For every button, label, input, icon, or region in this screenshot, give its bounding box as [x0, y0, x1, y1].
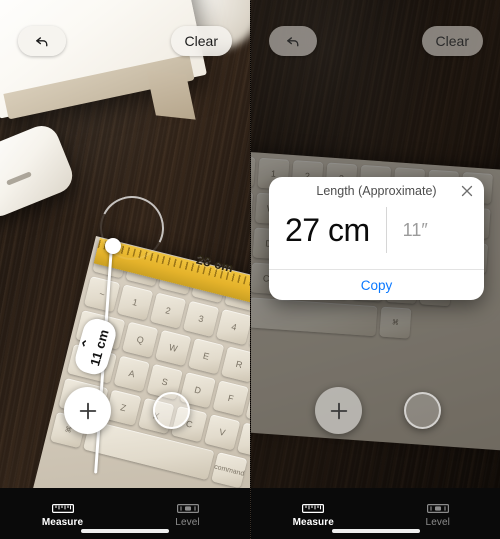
clear-button[interactable]: Clear	[170, 26, 232, 56]
clear-button[interactable]: Clear	[421, 26, 483, 56]
home-indicator	[81, 529, 169, 533]
length-dialog: Length (Approximate) 27 cm 11″ Copy	[269, 177, 484, 300]
measurement-endpoint-dot[interactable]	[105, 238, 121, 254]
top-controls-right: Clear	[251, 0, 500, 56]
key: ~	[83, 276, 121, 313]
key: Q	[122, 321, 159, 358]
tab-level-label: Level	[175, 516, 200, 528]
capture-controls-left	[0, 387, 250, 434]
dialog-values: 27 cm 11″	[269, 205, 484, 269]
right-phone-screen: ~ 1 2 3 4 5 Q W Q W E R T	[250, 0, 500, 539]
key: 1	[116, 284, 154, 321]
add-point-button[interactable]	[64, 387, 111, 434]
key: W	[155, 329, 192, 367]
length-metric-value: 27 cm	[285, 212, 370, 248]
ruler-icon	[302, 503, 325, 513]
capture-controls-right	[251, 387, 500, 434]
home-indicator	[331, 529, 420, 533]
key: E	[188, 338, 225, 375]
length-imperial-value: 11″	[402, 219, 428, 240]
dialog-footer: Copy	[269, 269, 484, 300]
dual-screenshot: esc F1 F2 F3 F4 F5 ~ 1 2 3 4 5 tab	[0, 0, 500, 539]
plus-icon	[79, 402, 96, 419]
key: command	[211, 452, 248, 488]
level-ruler-icon	[176, 503, 199, 513]
tab-measure-label: Measure	[292, 516, 334, 528]
undo-arrow-icon	[286, 36, 298, 46]
key: R	[220, 346, 250, 383]
dialog-title: Length (Approximate)	[316, 184, 437, 198]
undo-button[interactable]	[18, 26, 66, 56]
tab-level-label: Level	[425, 516, 450, 528]
capture-button[interactable]	[153, 392, 190, 429]
left-phone-screen: esc F1 F2 F3 F4 F5 ~ 1 2 3 4 5 tab	[0, 0, 250, 539]
key: 3	[182, 300, 220, 338]
camera-viewfinder-right[interactable]: ~ 1 2 3 4 5 Q W Q W E R T	[251, 0, 500, 488]
key: 4	[215, 308, 250, 346]
undo-arrow-icon	[35, 36, 47, 46]
dialog-header: Length (Approximate)	[269, 177, 484, 205]
close-icon[interactable]	[459, 183, 475, 199]
add-point-button[interactable]	[315, 387, 362, 434]
camera-viewfinder-left[interactable]: esc F1 F2 F3 F4 F5 ~ 1 2 3 4 5 tab	[0, 0, 250, 488]
ruler-icon	[51, 503, 74, 513]
level-ruler-icon	[426, 503, 449, 513]
key: 2	[149, 292, 187, 329]
plus-icon	[330, 402, 347, 419]
copy-button[interactable]: Copy	[361, 278, 393, 293]
tab-measure-label: Measure	[41, 516, 84, 528]
tab-bar-left: Measure Level	[0, 488, 250, 539]
capture-button[interactable]	[404, 392, 441, 429]
chevron-up-icon: ⌃	[79, 336, 95, 352]
tab-bar-right: Measure Level	[251, 488, 500, 539]
undo-button[interactable]	[269, 26, 317, 56]
top-controls-left: Clear	[0, 0, 250, 56]
